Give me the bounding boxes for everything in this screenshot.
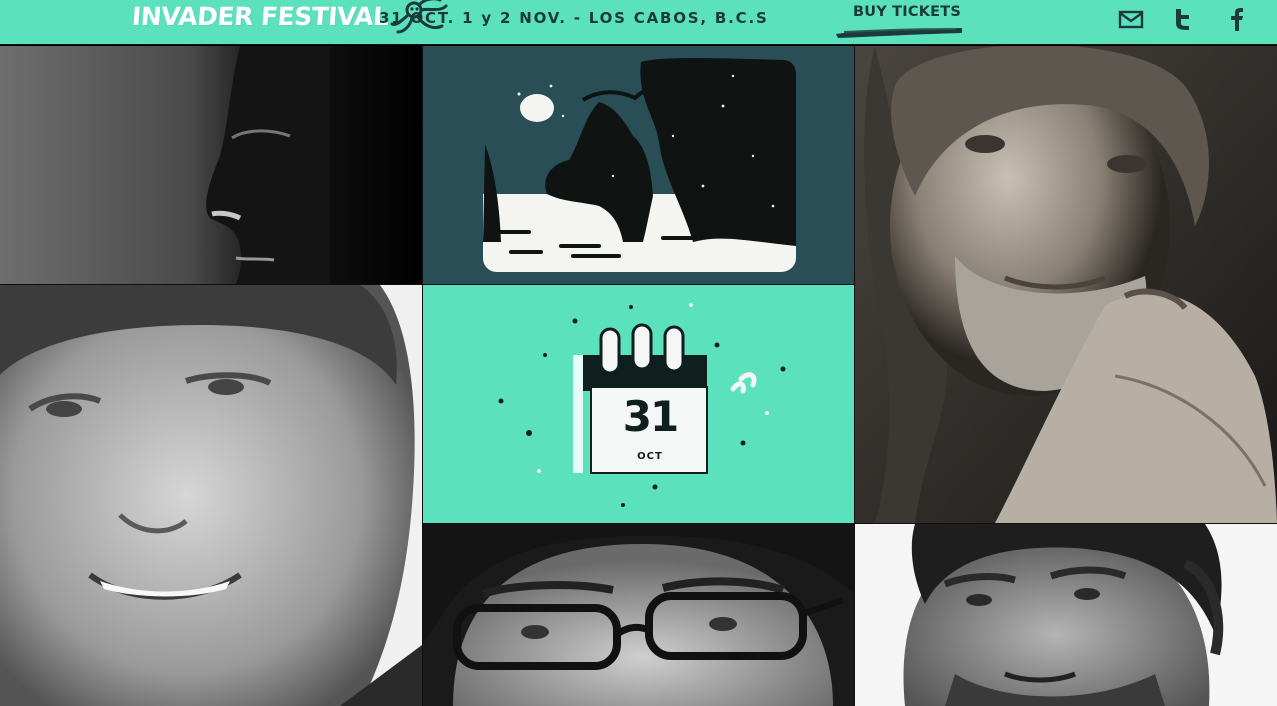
- speaker-photo-profile[interactable]: [0, 46, 422, 284]
- brush-underline-icon: [836, 28, 962, 38]
- speaker-photo-smiling-man[interactable]: [0, 285, 422, 706]
- speaker-portrait-image: [0, 46, 422, 284]
- speaker-portrait-image: [855, 46, 1277, 523]
- speaker-portrait-image: [423, 524, 854, 706]
- speaker-photo-bearded-man[interactable]: [855, 524, 1277, 706]
- grid-divider: [0, 284, 854, 285]
- grid-divider: [854, 46, 855, 706]
- los-cabos-illustration-tile[interactable]: [423, 46, 854, 284]
- top-navigation-bar: INVADER FESTIVAL 31 OCT. 1 y 2 NOV. - LO…: [0, 0, 1277, 45]
- twitter-icon[interactable]: [1171, 6, 1197, 32]
- speaker-portrait-image: [0, 285, 422, 706]
- speaker-photo-glasses[interactable]: [423, 524, 854, 706]
- grid-divider: [422, 46, 423, 706]
- logo-text: INVADER FESTIVAL: [130, 1, 390, 31]
- facebook-icon[interactable]: [1225, 6, 1251, 32]
- speaker-portrait-image: [855, 524, 1277, 706]
- arch-rocks-illustration: [483, 58, 796, 272]
- buy-tickets-label: BUY TICKETS: [853, 4, 961, 20]
- calendar-month: OCT: [637, 451, 663, 462]
- speaker-photo-with-dog[interactable]: [855, 46, 1277, 523]
- calendar-date-tile[interactable]: 31 OCT: [423, 285, 854, 523]
- mail-icon[interactable]: [1118, 6, 1144, 32]
- calendar-day: 31: [622, 392, 679, 441]
- grid-divider: [423, 523, 1277, 524]
- festival-dates-location: 31 OCT. 1 y 2 NOV. - LOS CABOS, B.C.S: [379, 9, 769, 27]
- buy-tickets-button[interactable]: BUY TICKETS: [834, 2, 964, 40]
